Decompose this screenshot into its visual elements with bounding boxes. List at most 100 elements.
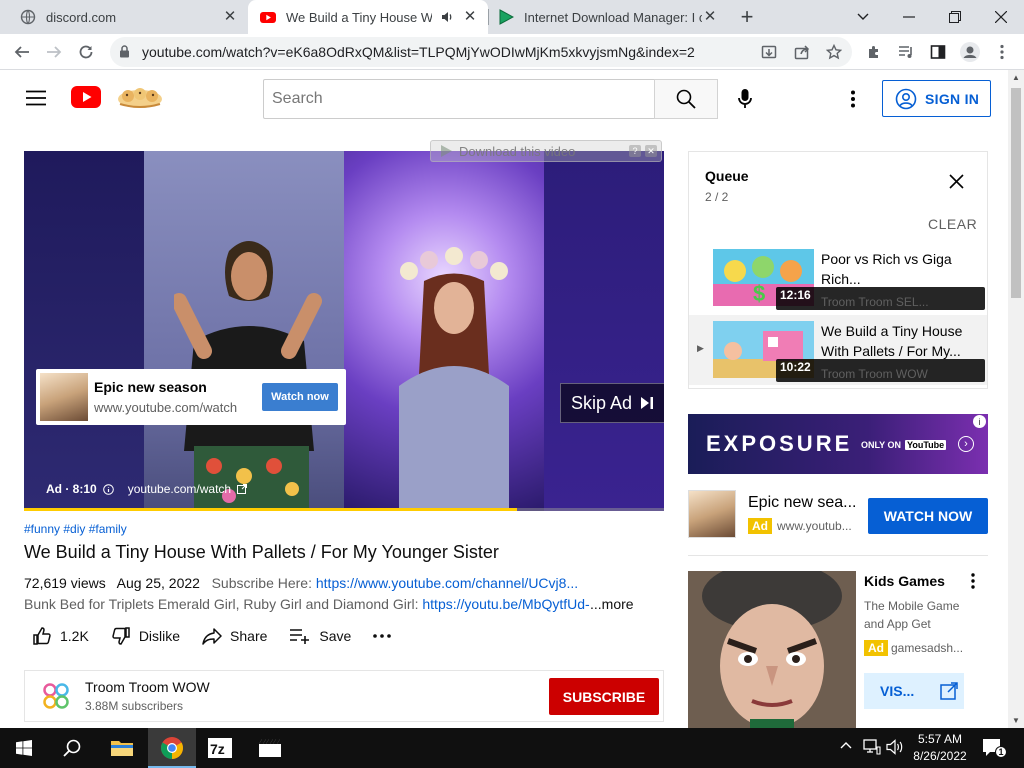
svg-text:7z: 7z	[210, 741, 225, 757]
new-tab-button[interactable]: +	[730, 0, 764, 34]
info-icon[interactable]: i	[973, 415, 986, 428]
companion-ad[interactable]: Epic new sea... Ad www.youtub... WATCH N…	[688, 490, 988, 542]
start-button[interactable]	[0, 728, 48, 768]
video-hashtags[interactable]: #funny #diy #family	[24, 522, 127, 536]
close-overlay-icon[interactable]: ✕	[645, 145, 657, 157]
install-app-icon[interactable]	[757, 40, 781, 64]
tab-divider	[488, 9, 489, 25]
queue-panel: Queue 2 / 2 CLEAR $ 12:16 Poor vs Rich v…	[688, 151, 988, 389]
notification-center-icon[interactable]: 1	[982, 738, 1007, 758]
microphone-icon[interactable]	[737, 88, 753, 110]
ad-domain[interactable]: youtube.com/watch	[128, 482, 231, 496]
info-icon[interactable]	[102, 483, 114, 495]
like-button[interactable]: 1.2K	[32, 626, 89, 646]
clear-queue-button[interactable]: CLEAR	[928, 216, 977, 232]
restore-icon[interactable]	[932, 0, 978, 34]
idm-download-overlay[interactable]: Download this video ? ✕	[430, 140, 662, 162]
video-title: We Build a Tiny House With Pallets / For…	[24, 542, 499, 562]
help-icon[interactable]: ?	[629, 145, 641, 157]
video-player[interactable]: Epic new season www.youtube.com/watch Wa…	[24, 151, 664, 511]
sign-in-button[interactable]: SIGN IN	[882, 80, 991, 117]
upload-date: Aug 25, 2022	[116, 575, 200, 591]
forward-arrow-icon[interactable]	[42, 40, 66, 64]
scroll-down-arrow-icon[interactable]: ▼	[1012, 716, 1020, 725]
ad-badge: Ad	[864, 640, 888, 656]
tab-discord[interactable]: discord.com ✕	[0, 0, 248, 34]
channel-name[interactable]: Troom Troom WOW	[85, 679, 210, 695]
share-page-icon[interactable]	[790, 40, 814, 64]
speaker-icon[interactable]	[440, 10, 454, 24]
url-text: youtube.com/watch?v=eK6a8OdRxQM&list=TLP…	[142, 44, 695, 60]
doodle-logo-icon[interactable]	[116, 84, 164, 110]
bookmark-star-icon[interactable]	[822, 40, 846, 64]
video-person-left	[174, 241, 322, 511]
more-actions-button[interactable]	[373, 634, 392, 638]
7zip-taskbar-icon[interactable]: 7z	[196, 728, 244, 768]
video-actions-row: 1.2K Dislike Share Save	[24, 622, 413, 650]
external-link-icon[interactable]	[237, 484, 248, 494]
idm-play-icon	[499, 9, 514, 25]
ad-watch-now-button[interactable]: Watch now	[262, 383, 338, 411]
video-editor-taskbar-icon[interactable]	[246, 728, 294, 768]
view-count: 72,619 views	[24, 575, 106, 591]
scrollbar-thumb[interactable]	[1011, 88, 1021, 298]
scroll-up-arrow-icon[interactable]: ▲	[1012, 73, 1020, 82]
close-queue-icon[interactable]	[949, 174, 964, 189]
tab-idm[interactable]: Internet Download Manager: I ca ✕	[488, 0, 728, 34]
minimize-icon[interactable]	[886, 0, 932, 34]
player-ad-overlay-card[interactable]: Epic new season www.youtube.com/watch Wa…	[36, 369, 346, 425]
playlist-add-icon	[290, 629, 310, 644]
visit-site-button[interactable]: VIS...	[864, 673, 964, 709]
extensions-puzzle-icon[interactable]	[862, 40, 886, 64]
search-button[interactable]	[654, 79, 718, 119]
chrome-menu-icon[interactable]	[990, 40, 1014, 64]
hamburger-menu-icon[interactable]	[26, 90, 46, 106]
exposure-banner-ad[interactable]: EXPOSURE ONLY ON YouTube › i	[688, 414, 988, 474]
close-tab-icon[interactable]: ✕	[222, 9, 238, 25]
save-button[interactable]: Save	[289, 626, 351, 646]
channel-url-link[interactable]: https://www.youtube.com/channel/UCvj8...	[316, 575, 578, 591]
back-arrow-icon[interactable]	[10, 40, 34, 64]
dislike-button[interactable]: Dislike	[111, 626, 180, 646]
tab-youtube-video[interactable]: We Build a Tiny House With ✕	[248, 0, 488, 34]
queue-item-now-playing[interactable]: ▶ 10:22 We Build a Tiny House With Palle…	[689, 315, 987, 385]
subscribe-button[interactable]: SUBSCRIBE	[549, 678, 659, 715]
queue-item-title: Poor vs Rich vs Giga Rich...	[821, 251, 952, 287]
skip-ad-button[interactable]: Skip Ad	[560, 383, 664, 423]
address-bar[interactable]: youtube.com/watch?v=eK6a8OdRxQM&list=TLP…	[110, 37, 852, 67]
video-progress-bar[interactable]	[24, 508, 664, 511]
tab-search-icon[interactable]	[840, 0, 886, 34]
banner-arrow-icon[interactable]: ›	[958, 436, 974, 452]
lock-icon[interactable]	[119, 45, 130, 58]
settings-kebab-icon[interactable]	[851, 90, 855, 108]
visit-site-label: VIS...	[880, 683, 915, 699]
reload-icon[interactable]	[74, 40, 98, 64]
kids-games-ad[interactable]: Kids Games The Mobile Game and App Get A…	[688, 571, 988, 731]
search-field[interactable]	[263, 79, 655, 119]
close-tab-icon[interactable]: ✕	[702, 9, 718, 25]
channel-avatar[interactable]	[43, 683, 69, 709]
system-clock[interactable]: 5:57 AM 8/26/2022	[908, 731, 972, 765]
media-control-icon[interactable]	[894, 40, 918, 64]
queue-item[interactable]: $ 12:16 Poor vs Rich vs Giga Rich... Tro…	[689, 243, 987, 313]
search-taskbar-button[interactable]	[48, 728, 96, 768]
network-icon[interactable]	[863, 739, 881, 755]
chrome-taskbar-icon[interactable]	[148, 728, 196, 768]
side-panel-icon[interactable]	[926, 40, 950, 64]
ad-title: Epic new season	[94, 379, 207, 395]
close-tab-icon[interactable]: ✕	[462, 9, 478, 25]
search-input[interactable]	[264, 80, 654, 118]
file-explorer-taskbar-icon[interactable]	[98, 728, 146, 768]
profile-avatar-icon[interactable]	[958, 40, 982, 64]
save-label: Save	[319, 628, 352, 644]
close-window-icon[interactable]	[978, 0, 1024, 34]
ad-menu-kebab-icon[interactable]	[971, 573, 975, 589]
watch-now-button[interactable]: WATCH NOW	[868, 498, 988, 534]
page-scrollbar[interactable]: ▲ ▼	[1008, 70, 1024, 728]
show-more-button[interactable]: ...more	[590, 596, 634, 612]
description-link[interactable]: https://youtu.be/MbQytfUd-	[422, 596, 589, 612]
share-button[interactable]: Share	[202, 626, 267, 646]
volume-icon[interactable]	[886, 739, 904, 755]
youtube-logo-icon[interactable]	[71, 86, 101, 108]
show-hidden-icons-chevron-icon[interactable]	[840, 741, 852, 749]
